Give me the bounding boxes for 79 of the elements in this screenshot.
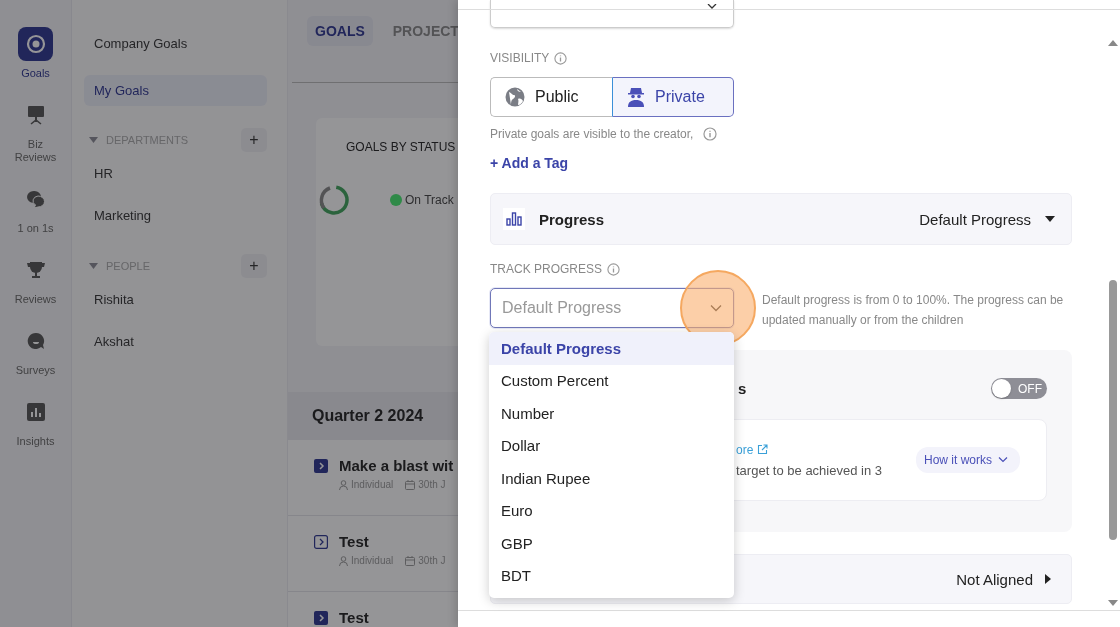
info-icon: [703, 127, 718, 141]
visibility-option[interactable]: Private: [612, 77, 734, 117]
info-icon: [607, 262, 621, 276]
dropdown-option[interactable]: Dollar: [489, 429, 734, 462]
presentation-board-icon: [26, 105, 45, 125]
caret-right-icon: [1045, 574, 1051, 584]
add-tag-link[interactable]: + Add a Tag: [490, 155, 569, 171]
rail-nav-item[interactable]: Insights: [3, 395, 68, 448]
dropdown-option[interactable]: Default Progress: [489, 332, 734, 365]
rail-nav-item[interactable]: Surveys: [3, 324, 68, 377]
card-heading: s: [738, 380, 747, 397]
sidebar-item[interactable]: Rishita: [84, 292, 267, 307]
caret-icon[interactable]: [89, 263, 98, 269]
rail-nav-item[interactable]: 1 on 1s: [3, 182, 68, 235]
info-icon: [554, 51, 568, 65]
scroll-down-icon[interactable]: [1107, 600, 1118, 606]
rail-nav-item[interactable]: Reviews: [3, 253, 68, 306]
spy-icon: [627, 87, 645, 107]
section-title: Progress: [539, 210, 606, 228]
caret-down-icon: [1045, 216, 1055, 222]
sidebar-item[interactable]: Marketing: [84, 208, 267, 223]
rail-nav-item[interactable]: Goals: [3, 27, 68, 80]
help-text: Default progress is from 0 to 100%. The progress can be updated manually or from the children: [762, 292, 1065, 329]
quarter-title: Quarter 2 2024: [312, 407, 424, 425]
goal-owner: Individual: [351, 479, 394, 490]
trophy-icon: [25, 261, 46, 279]
person-icon: [339, 479, 348, 490]
legend-label: On Track: [405, 193, 454, 207]
visibility-option[interactable]: Public: [490, 77, 612, 117]
sidebar-item[interactable]: HR: [84, 166, 267, 181]
expand-icon[interactable]: [314, 534, 328, 549]
sidebar-item[interactable]: Company Goals: [84, 30, 267, 57]
bar-chart-icon: [26, 403, 45, 421]
section-value: Not Aligned: [956, 570, 1033, 588]
person-icon: [339, 555, 348, 566]
bar-chart-icon: [506, 212, 522, 226]
tab[interactable]: GOALS: [307, 16, 373, 46]
rail-nav-item[interactable]: Biz Reviews: [3, 98, 68, 164]
sidebar-item[interactable]: My Goals: [84, 75, 267, 106]
section-value: Default Progress: [919, 210, 1031, 228]
goal-title[interactable]: Test: [339, 609, 369, 626]
dropdown-option[interactable]: Indian Rupee: [489, 462, 734, 495]
owner-select-field[interactable]: [490, 0, 734, 28]
hint-text: Private goals are visible to the creator,: [490, 127, 694, 141]
chat-bubbles-icon: [25, 190, 46, 208]
learn-more-link[interactable]: ore: [736, 442, 754, 457]
chevron-down-icon: [707, 4, 717, 10]
dropdown-option[interactable]: BDT: [489, 559, 734, 592]
progress-section-header[interactable]: Progress Default Progress: [490, 193, 1072, 245]
goal-owner: Individual: [351, 555, 394, 566]
add-button[interactable]: +: [241, 254, 267, 278]
track-progress-select[interactable]: Default Progress: [490, 288, 734, 328]
dropdown-option[interactable]: Number: [489, 397, 734, 430]
speech-bubble-icon: [26, 332, 45, 350]
globe-icon: [505, 87, 525, 107]
calendar-icon: [405, 555, 416, 566]
field-label: VISIBILITY: [490, 51, 550, 65]
scroll-up-icon[interactable]: [1107, 40, 1118, 46]
how-it-works-button[interactable]: How it works: [916, 447, 1020, 473]
expand-icon[interactable]: [314, 458, 328, 473]
field-label: TRACK PROGRESS: [490, 262, 603, 276]
goal-title[interactable]: Test: [339, 533, 369, 550]
card-title: GOALS BY STATUS: [346, 140, 457, 154]
external-link-icon: [757, 444, 769, 455]
goal-title[interactable]: Make a blast wit: [339, 457, 454, 474]
add-button[interactable]: +: [241, 128, 267, 152]
toggle-switch[interactable]: OFF: [991, 378, 1047, 399]
dropdown-option[interactable]: Custom Percent: [489, 364, 734, 397]
calendar-icon: [405, 479, 416, 490]
info-text: target to be achieved in 3: [736, 462, 883, 478]
chevron-down-icon: [998, 457, 1008, 463]
donut-chart-drawing: [318, 184, 350, 216]
sidebar-item[interactable]: Akshat: [84, 334, 267, 349]
dropdown-option[interactable]: Euro: [489, 494, 734, 527]
caret-icon[interactable]: [89, 137, 98, 143]
expand-icon[interactable]: [314, 610, 328, 625]
scrollbar-thumb[interactable]: [1108, 280, 1117, 540]
chevron-down-icon: [710, 305, 722, 312]
target-icon: [25, 34, 46, 54]
